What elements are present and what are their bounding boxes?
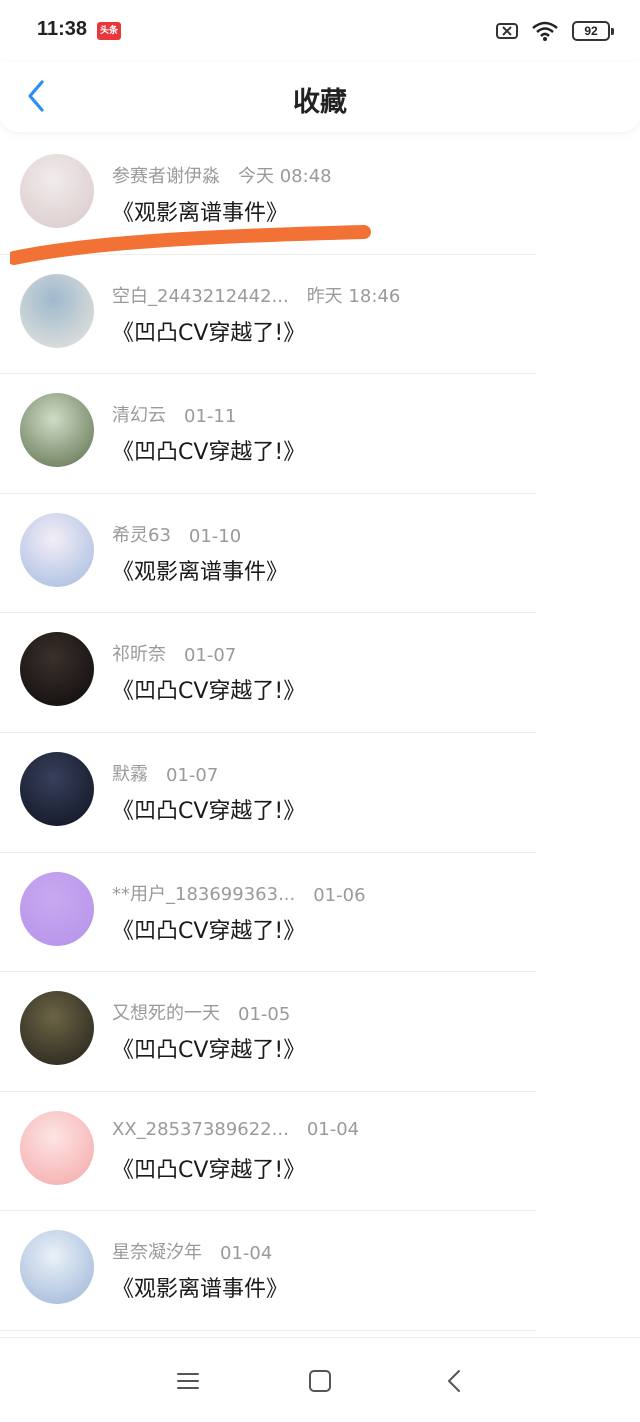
item-date: 今天 08:48	[238, 166, 332, 187]
home-button[interactable]	[305, 1366, 335, 1396]
user-avatar[interactable]	[20, 154, 94, 228]
book-title[interactable]: 《观影离谱事件》	[112, 1271, 288, 1303]
user-avatar[interactable]	[20, 393, 94, 468]
user-avatar[interactable]	[20, 632, 94, 707]
user-name: 默霧	[112, 763, 148, 785]
user-avatar[interactable]	[20, 273, 94, 348]
item-date: 01-06	[313, 884, 366, 906]
status-time: 11:38	[37, 18, 88, 40]
user-avatar[interactable]	[20, 512, 94, 587]
book-title[interactable]: 《凹凸CV穿越了!》	[112, 913, 305, 945]
favorite-item[interactable]: **用户_183699363... 01-06 《凹凸CV穿越了!》	[0, 853, 640, 973]
book-title[interactable]: 《凹凸CV穿越了!》	[112, 1152, 305, 1184]
favorite-item[interactable]: 清幻云 01-11 《凹凸CV穿越了!》	[0, 374, 640, 494]
user-name: XX_28537389622...	[112, 1118, 289, 1140]
home-square-icon	[309, 1370, 331, 1392]
menu-icon	[177, 1373, 199, 1389]
user-name: **用户_183699363...	[112, 883, 296, 905]
item-date: 01-05	[238, 1004, 291, 1026]
user-avatar[interactable]	[20, 751, 94, 826]
book-title[interactable]: 《凹凸CV穿越了!》	[112, 1032, 305, 1064]
book-title[interactable]: 《观影离谱事件》	[112, 554, 288, 586]
user-name: 星奈凝汐年	[112, 1242, 202, 1264]
item-date: 01-07	[184, 645, 237, 667]
favorites-list: 参赛者谢伊淼 今天 08:48 《观影离谱事件》 空白_2443212442... 昨天…	[0, 135, 640, 1331]
favorite-item[interactable]: XX_28537389622... 01-04 《凹凸CV穿越了!》	[0, 1092, 640, 1212]
app-notification-icon: 头条	[97, 22, 121, 40]
item-date: 01-04	[306, 1118, 360, 1140]
status-bar: 11:38 头条 92	[0, 0, 640, 62]
item-meta: 又想死的一天 01-05	[112, 999, 290, 1025]
user-name: 清幻云	[112, 405, 166, 427]
menu-button[interactable]	[173, 1366, 203, 1396]
book-title[interactable]: 《凹凸CV穿越了!》	[112, 434, 305, 466]
wifi-icon	[532, 21, 558, 41]
book-title[interactable]: 《观影离谱事件》	[112, 195, 288, 227]
user-name: 希灵63	[112, 524, 171, 546]
favorite-item[interactable]: 又想死的一天 01-05 《凹凸CV穿越了!》	[0, 972, 640, 1092]
system-navigation-bar	[0, 1337, 640, 1422]
book-title[interactable]: 《凹凸CV穿越了!》	[112, 793, 305, 825]
item-meta: 祁昕奈 01-07	[112, 640, 236, 666]
item-meta: 星奈凝汐年 01-04	[112, 1238, 272, 1264]
item-date: 01-07	[166, 764, 219, 786]
user-avatar[interactable]	[20, 1110, 94, 1185]
item-meta: **用户_183699363... 01-06	[112, 880, 366, 906]
back-triangle-icon	[448, 1370, 460, 1392]
system-back-button[interactable]	[440, 1366, 470, 1396]
user-name: 空白_2443212442...	[112, 285, 289, 307]
favorite-item[interactable]: 祁昕奈 01-07 《凹凸CV穿越了!》	[0, 613, 640, 733]
favorite-item[interactable]: 默霧 01-07 《凹凸CV穿越了!》	[0, 733, 640, 853]
item-meta: 空白_2443212442... 昨天 18:46	[112, 282, 400, 308]
user-avatar[interactable]	[20, 991, 94, 1066]
user-name: 参赛者谢伊淼	[112, 166, 220, 187]
item-meta: 希灵63 01-10	[112, 521, 241, 547]
item-meta: 默霧 01-07	[112, 760, 218, 786]
item-date: 01-10	[188, 525, 242, 547]
item-meta: 清幻云 01-11	[112, 401, 236, 427]
favorite-item[interactable]: 空白_2443212442... 昨天 18:46 《凹凸CV穿越了!》	[0, 255, 640, 375]
page-title: 收藏	[293, 87, 347, 118]
favorite-item[interactable]: 希灵63 01-10 《观影离谱事件》	[0, 494, 640, 614]
favorite-item[interactable]: 参赛者谢伊淼 今天 08:48 《观影离谱事件》	[0, 135, 640, 255]
user-name: 又想死的一天	[112, 1003, 220, 1025]
item-date: 01-04	[220, 1243, 273, 1265]
item-date: 昨天 18:46	[306, 285, 401, 307]
user-avatar[interactable]	[20, 1230, 94, 1305]
item-meta: 参赛者谢伊淼 今天 08:48	[112, 162, 332, 188]
favorite-item[interactable]: 星奈凝汐年 01-04 《观影离谱事件》	[0, 1211, 640, 1331]
status-icons: 92	[496, 20, 614, 42]
sim-error-icon	[496, 23, 518, 39]
user-avatar[interactable]	[20, 871, 94, 946]
battery-indicator: 92	[572, 21, 614, 41]
user-name: 祁昕奈	[112, 644, 166, 666]
book-title[interactable]: 《凹凸CV穿越了!》	[112, 315, 305, 347]
item-meta: XX_28537389622... 01-04	[112, 1119, 359, 1140]
item-date: 01-11	[184, 406, 237, 428]
book-title[interactable]: 《凹凸CV穿越了!》	[112, 673, 305, 705]
divider	[0, 1329, 536, 1331]
header: 收藏	[0, 62, 640, 132]
